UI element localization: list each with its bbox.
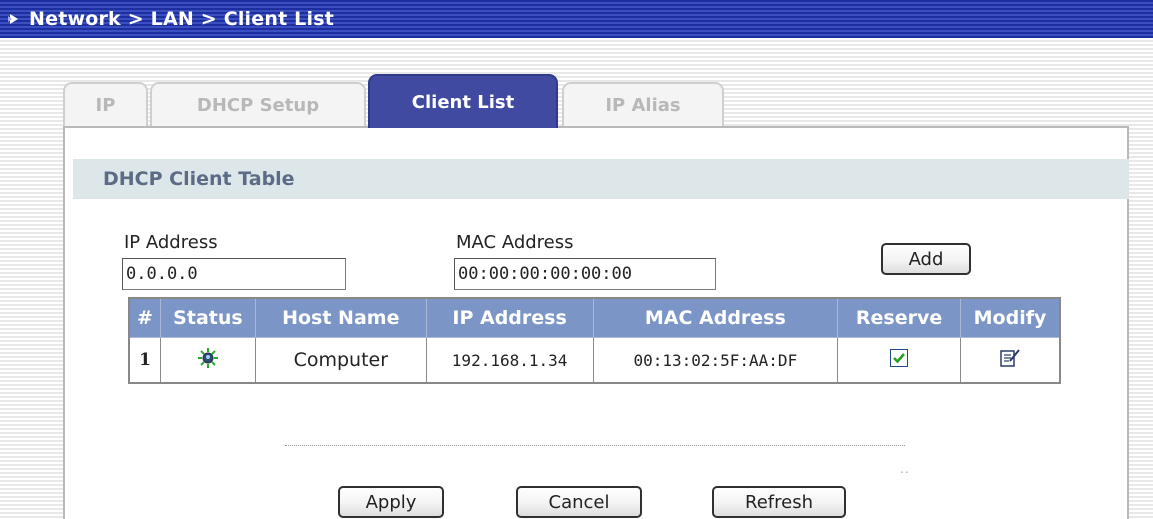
- col-header-modify: Modify: [960, 297, 1061, 338]
- col-header-num: #: [128, 297, 161, 338]
- col-header-ip-address: IP Address: [425, 297, 594, 338]
- status-online-icon: [197, 347, 219, 374]
- mac-address-label: MAC Address: [456, 232, 574, 253]
- breadcrumb-arrow-icon: [8, 12, 21, 26]
- ip-address-input[interactable]: [122, 258, 346, 290]
- col-header-mac-address: MAC Address: [592, 297, 839, 338]
- tab-ip[interactable]: IP: [63, 82, 148, 126]
- reserve-cell: [837, 337, 962, 384]
- mac-address-cell: 00:13:02:5F:AA:DF: [592, 337, 839, 384]
- tab-dhcp-setup[interactable]: DHCP Setup: [150, 82, 366, 126]
- separator: [285, 445, 905, 446]
- table-header-row: # Status Host Name IP Address MAC Addres…: [128, 297, 1061, 338]
- tab-client-list[interactable]: Client List: [368, 74, 558, 128]
- reserve-checkbox[interactable]: [890, 348, 909, 372]
- col-header-status: Status: [159, 297, 256, 338]
- breadcrumb: Network > LAN > Client List: [29, 8, 334, 30]
- col-header-reserve: Reserve: [837, 297, 962, 338]
- cancel-button[interactable]: Cancel: [516, 486, 642, 518]
- ip-address-label: IP Address: [124, 232, 218, 253]
- refresh-button[interactable]: Refresh: [712, 486, 846, 518]
- status-cell: [159, 337, 256, 384]
- edit-icon[interactable]: [999, 347, 1021, 374]
- modify-cell: [960, 337, 1061, 384]
- mac-address-input[interactable]: [454, 258, 716, 290]
- tab-ip-alias[interactable]: IP Alias: [562, 82, 724, 126]
- section-title: DHCP Client Table: [73, 159, 1129, 199]
- table-row: 1 Computer 192.168.1.34 00:13:02:5F:AA:D…: [128, 337, 1061, 384]
- col-header-host-name: Host Name: [254, 297, 427, 338]
- dhcp-client-table: # Status Host Name IP Address MAC Addres…: [128, 297, 1061, 384]
- add-button[interactable]: Add: [881, 243, 971, 275]
- host-name-cell: Computer: [254, 337, 427, 384]
- apply-button[interactable]: Apply: [338, 486, 444, 518]
- title-bar: Network > LAN > Client List: [0, 0, 1153, 38]
- separator-dots: ..: [900, 462, 910, 476]
- row-num: 1: [128, 337, 161, 384]
- content-panel: DHCP Client Table IP Address MAC Address…: [63, 126, 1129, 519]
- ip-address-cell: 192.168.1.34: [425, 337, 594, 384]
